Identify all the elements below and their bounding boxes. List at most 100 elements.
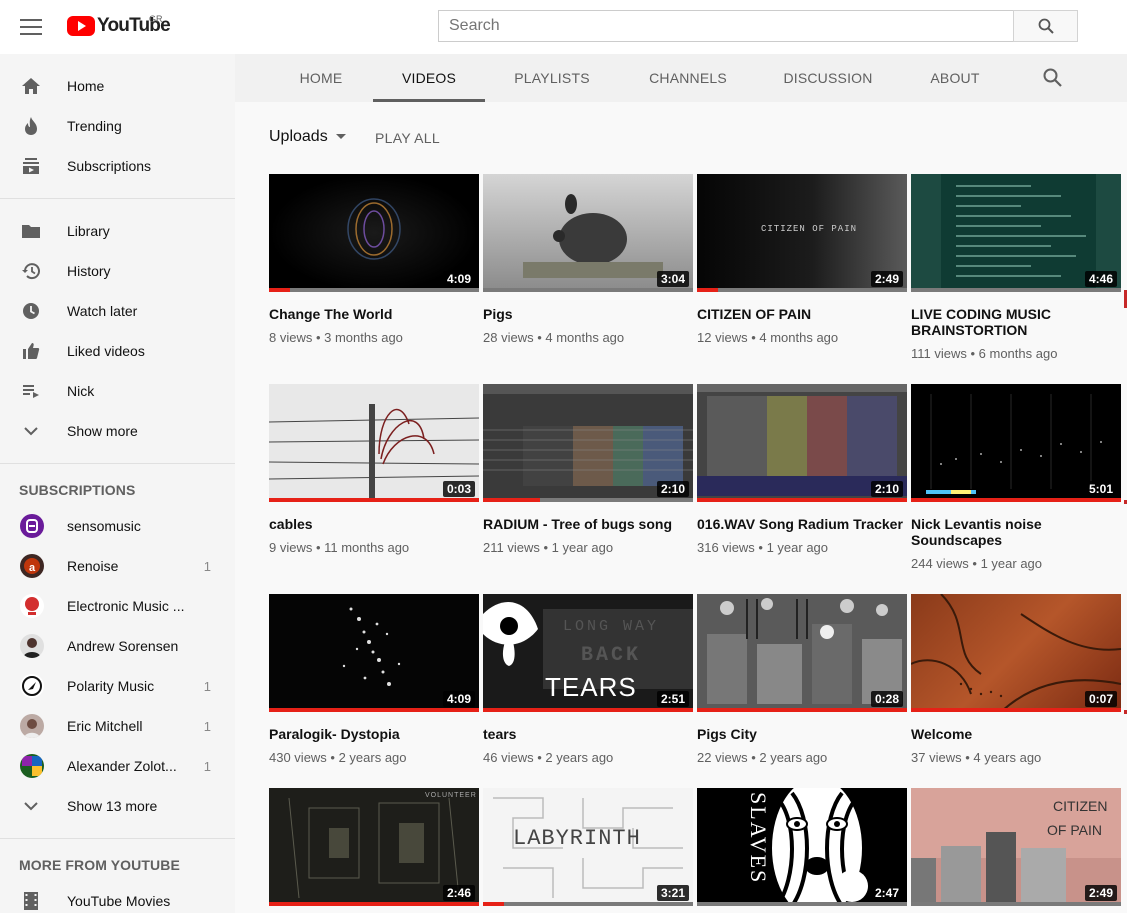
svg-text:a: a — [29, 562, 36, 574]
subscription-item[interactable]: Andrew Sorensen — [0, 626, 235, 666]
subscription-item[interactable]: a Renoise 1 — [0, 546, 235, 586]
sidebar-main-section: Home Trending Subscriptions — [0, 54, 235, 199]
video-item[interactable]: CITIZEN OF PAIN 2:49 CITIZEN OF PAIN 12 … — [697, 174, 907, 345]
video-thumbnail[interactable]: 2:10 — [697, 384, 907, 502]
play-all-button[interactable]: PLAY ALL — [375, 130, 440, 146]
video-item[interactable]: CITIZEN OF PAIN 2:49 — [911, 788, 1121, 906]
video-thumbnail[interactable]: 0:28 — [697, 594, 907, 712]
video-meta: 46 views • 2 years ago — [483, 750, 614, 765]
hamburger-menu-icon[interactable] — [20, 17, 42, 37]
subscription-item[interactable]: Eric Mitchell 1 — [0, 706, 235, 746]
sidebar-item-watch-later[interactable]: Watch later — [0, 291, 235, 331]
video-title[interactable]: Welcome — [911, 726, 1121, 742]
sidebar-item-subscriptions[interactable]: Subscriptions — [0, 146, 235, 186]
sidebar-item-history[interactable]: History — [0, 251, 235, 291]
video-thumbnail[interactable]: LABYRINTH 3:21 — [483, 788, 693, 906]
video-item[interactable]: 4:09 Paralogik- Dystopia 430 views • 2 y… — [269, 594, 479, 765]
video-item[interactable]: 2:10 RADIUM - Tree of bugs song 211 view… — [483, 384, 693, 555]
video-thumbnail[interactable]: CITIZEN OF PAIN 2:49 — [697, 174, 907, 292]
tab-playlists[interactable]: PLAYLISTS — [503, 54, 601, 102]
video-meta: 430 views • 2 years ago — [269, 750, 407, 765]
uploads-sort-dropdown[interactable]: Uploads — [269, 128, 346, 146]
sidebar-item-library[interactable]: Library — [0, 211, 235, 251]
sidebar-item-trending[interactable]: Trending — [0, 106, 235, 146]
video-thumbnail[interactable]: 5:01 — [911, 384, 1121, 502]
video-title[interactable]: CITIZEN OF PAIN — [697, 306, 907, 322]
sidebar-item-label: YouTube Movies — [67, 893, 171, 909]
tab-channels[interactable]: CHANNELS — [635, 54, 741, 102]
sidebar-item-label: Nick — [67, 383, 95, 399]
subscription-name: Andrew Sorensen — [67, 638, 179, 654]
search-icon — [1038, 18, 1054, 34]
subscription-name: Eric Mitchell — [67, 718, 143, 734]
sidebar-item-liked-videos[interactable]: Liked videos — [0, 331, 235, 371]
video-thumbnail[interactable]: 0:07 — [911, 594, 1121, 712]
flame-icon — [20, 115, 42, 137]
search-button[interactable] — [1013, 10, 1078, 42]
sidebar-item-youtube-movies[interactable]: YouTube Movies — [0, 881, 235, 913]
video-item[interactable]: 4:09 Change The World 8 views • 3 months… — [269, 174, 479, 345]
video-thumbnail[interactable]: 4:09 — [269, 174, 479, 292]
video-thumbnail[interactable]: 4:09 — [269, 594, 479, 712]
video-item[interactable]: 5:01 Nick Levantis noise Soundscapes 244… — [911, 384, 1121, 571]
sidebar-item-nick[interactable]: Nick — [0, 371, 235, 411]
subscription-name: Polarity Music — [67, 678, 155, 694]
search-icon[interactable] — [1043, 68, 1062, 92]
video-title[interactable]: RADIUM - Tree of bugs song — [483, 516, 693, 532]
video-title[interactable]: cables — [269, 516, 479, 532]
video-item[interactable]: 0:07 Welcome 37 views • 4 years ago — [911, 594, 1121, 765]
video-item[interactable]: 0:28 Pigs City 22 views • 2 years ago — [697, 594, 907, 765]
subscription-item[interactable]: Alexander Zolot... 1 — [0, 746, 235, 786]
video-thumbnail[interactable]: 2:10 — [483, 384, 693, 502]
sidebar-item-label: Show more — [67, 423, 138, 439]
sidebar-item-show-more[interactable]: Show more — [0, 411, 235, 451]
video-title[interactable]: tears — [483, 726, 693, 742]
video-title[interactable]: Paralogik- Dystopia — [269, 726, 479, 742]
folder-icon — [20, 220, 42, 242]
video-duration: 4:09 — [442, 271, 475, 287]
video-thumbnail[interactable]: CITIZEN OF PAIN 2:49 — [911, 788, 1121, 906]
video-thumbnail[interactable]: 4:46 — [911, 174, 1121, 292]
video-thumbnail[interactable]: 3:04 — [483, 174, 693, 292]
sidebar-item-show-more-subscriptions[interactable]: Show 13 more — [0, 786, 235, 826]
video-thumbnail[interactable]: VOLUNTEER 2:46 — [269, 788, 479, 906]
video-thumbnail[interactable]: SLAVES 2:47 — [697, 788, 907, 906]
subscription-item[interactable]: Electronic Music ... — [0, 586, 235, 626]
uploads-label: Uploads — [269, 128, 328, 145]
video-item[interactable]: 0:03 cables 9 views • 11 months ago — [269, 384, 479, 555]
video-duration: 4:09 — [442, 691, 475, 707]
video-item[interactable]: SLAVES 2:47 — [697, 788, 907, 906]
video-title[interactable]: Pigs City — [697, 726, 907, 742]
avatar — [20, 714, 44, 738]
tab-videos[interactable]: VIDEOS — [373, 54, 485, 102]
tab-discussion[interactable]: DISCUSSION — [773, 54, 883, 102]
channel-tabs: HOME VIDEOS PLAYLISTS CHANNELS DISCUSSIO… — [235, 54, 1127, 102]
sidebar-item-home[interactable]: Home — [0, 66, 235, 106]
watch-progress — [483, 498, 693, 502]
video-title[interactable]: Nick Levantis noise Soundscapes — [911, 516, 1121, 548]
video-item[interactable]: VOLUNTEER 2:46 — [269, 788, 479, 906]
sidebar-more-section: MORE FROM YOUTUBE YouTube Movies — [0, 839, 235, 913]
video-item[interactable]: 4:46 LIVE CODING MUSIC BRAINSTORTION 111… — [911, 174, 1121, 361]
video-duration: 0:03 — [442, 481, 475, 497]
video-thumbnail[interactable]: LONG WAY BACK TEARS 2:51 — [483, 594, 693, 712]
tab-about[interactable]: ABOUT — [917, 54, 993, 102]
video-thumbnail[interactable]: 0:03 — [269, 384, 479, 502]
sidebar-subscriptions-section: SUBSCRIPTIONS sensomusic a Renoise 1 Ele… — [0, 464, 235, 839]
video-item[interactable]: LABYRINTH 3:21 — [483, 788, 693, 906]
avatar: a — [20, 554, 44, 578]
sidebar-item-label: Home — [67, 78, 105, 94]
search-input[interactable] — [438, 10, 1014, 42]
video-duration: 3:21 — [656, 885, 689, 901]
sidebar-item-label: History — [67, 263, 111, 279]
video-item[interactable]: LONG WAY BACK TEARS 2:51 tears 46 views … — [483, 594, 693, 765]
subscription-item[interactable]: Polarity Music 1 — [0, 666, 235, 706]
tab-home[interactable]: HOME — [283, 54, 359, 102]
video-item[interactable]: 3:04 Pigs 28 views • 4 months ago — [483, 174, 693, 345]
video-title[interactable]: Pigs — [483, 306, 693, 322]
video-title[interactable]: 016.WAV Song Radium Tracker — [697, 516, 907, 532]
video-title[interactable]: Change The World — [269, 306, 479, 322]
subscription-item[interactable]: sensomusic — [0, 506, 235, 546]
video-item[interactable]: 2:10 016.WAV Song Radium Tracker 316 vie… — [697, 384, 907, 555]
video-title[interactable]: LIVE CODING MUSIC BRAINSTORTION — [911, 306, 1121, 338]
